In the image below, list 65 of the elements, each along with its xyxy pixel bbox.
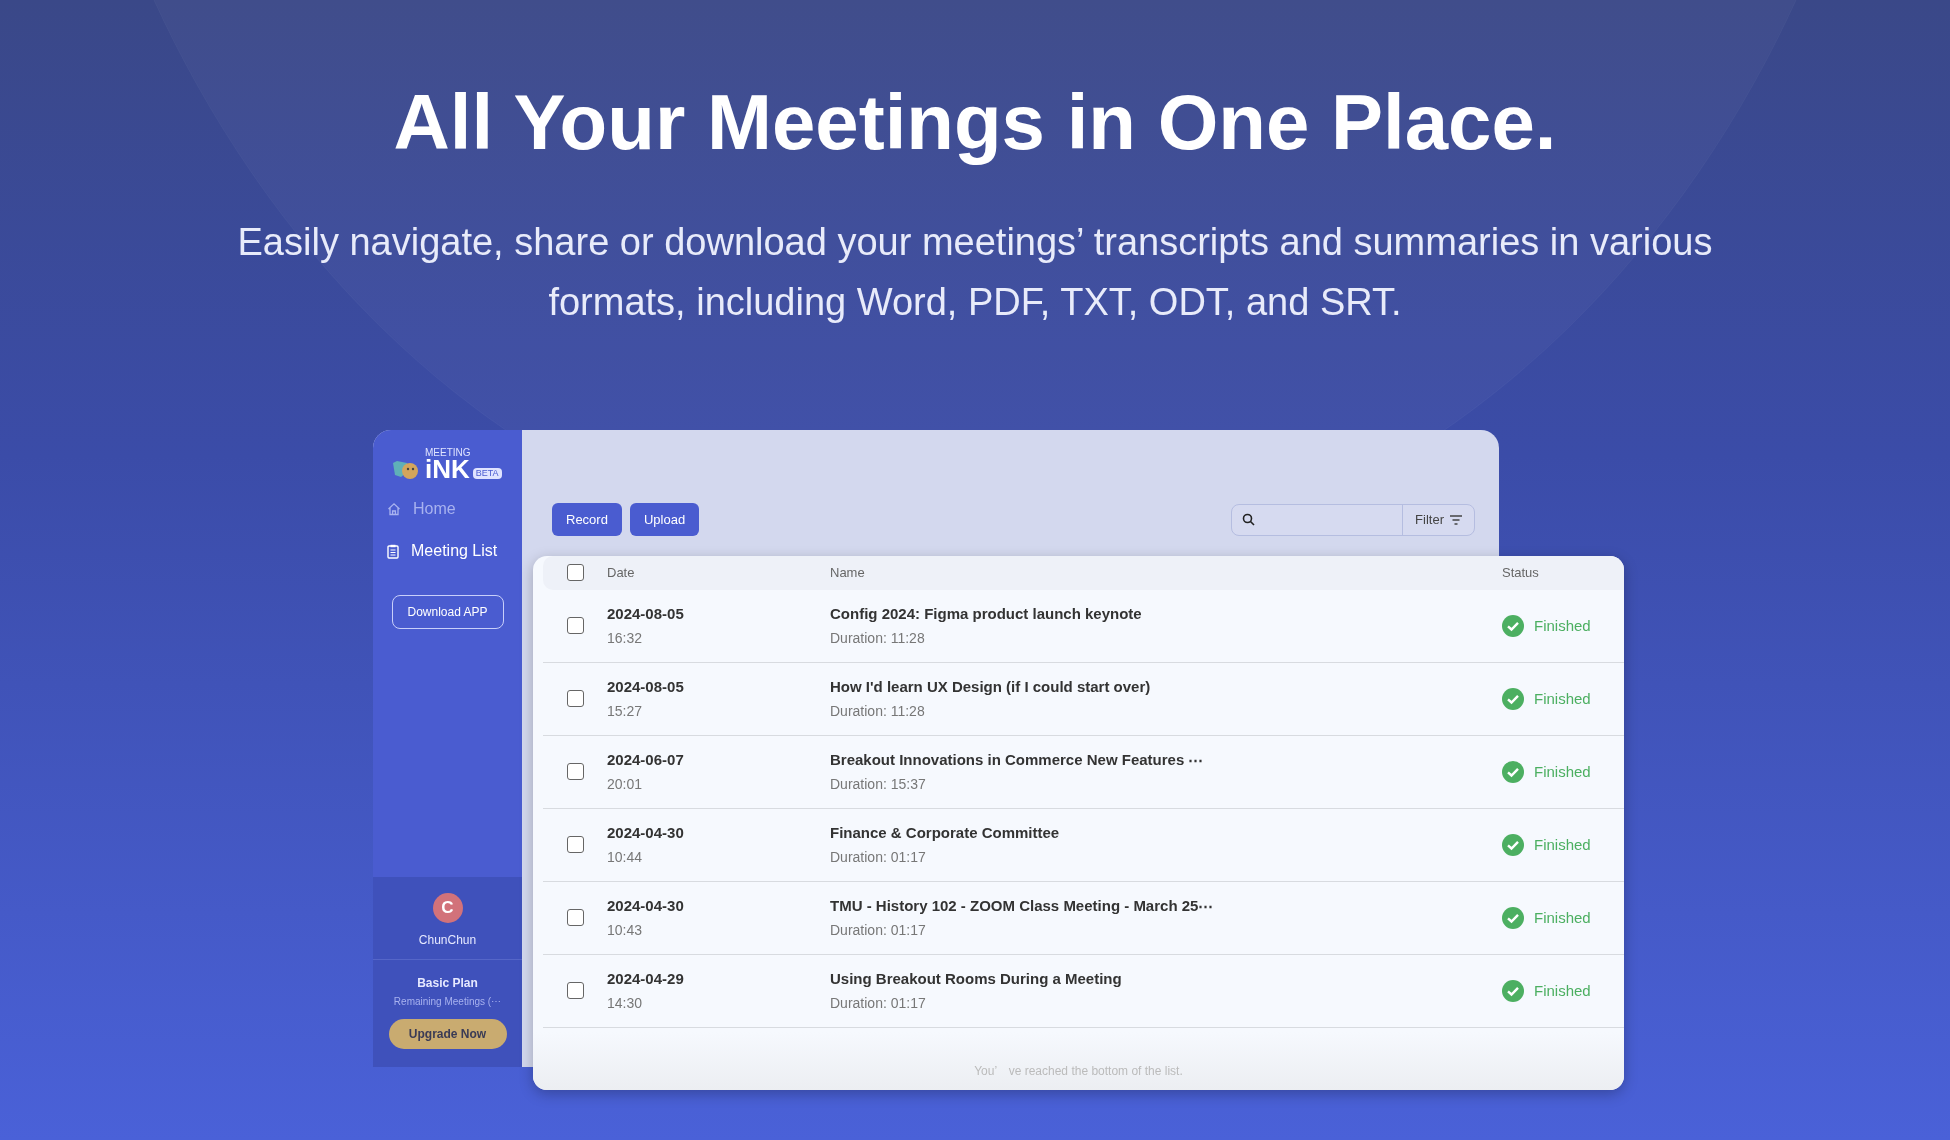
checkbox[interactable] <box>566 836 584 854</box>
status-label: Finished <box>1534 980 1591 1001</box>
logo-wordmark: iNK <box>425 457 470 482</box>
filter-icon <box>1450 514 1462 525</box>
subheadline: Easily navigate, share or download your meetings’ transcripts and summaries in various formats, including Word, PDF, TXT, ODT, and SRT. <box>236 219 1714 325</box>
meeting-name[interactable]: Config 2024: Figma product launch keynote <box>830 602 1502 626</box>
column-header: Date <box>607 565 635 581</box>
checkbox[interactable] <box>566 982 584 1000</box>
meeting-duration: Duration: 11:28 <box>830 629 926 649</box>
logo-caption: MEETING <box>425 447 472 458</box>
headline: All Your Meetings in One Place. <box>392 80 1558 166</box>
beta-badge: BETA <box>472 468 502 480</box>
checkbox[interactable] <box>566 763 584 781</box>
meeting-date: 2024-04-30 <box>607 895 685 916</box>
meeting-duration: Duration: 15:37 <box>830 775 927 795</box>
checkbox[interactable] <box>566 617 584 635</box>
meeting-time: 10:44 <box>607 848 644 868</box>
meeting-name[interactable]: TMU - History 102 - ZOOM Class Meeting - March 25⋯ <box>830 894 1502 918</box>
toolbar-button[interactable]: Upload <box>629 502 700 537</box>
meeting-time: 10:43 <box>607 921 644 941</box>
meeting-time: 14:30 <box>607 994 644 1014</box>
meeting-date: 2024-08-05 <box>607 676 685 697</box>
status-label: Finished <box>1534 907 1591 928</box>
check-circle-icon <box>1502 687 1524 710</box>
meeting-duration: Duration: 01:17 <box>830 848 927 868</box>
meeting-time: 20:01 <box>607 775 644 795</box>
plan-name: Basic Plan <box>417 974 478 992</box>
column-header: Name <box>830 565 865 581</box>
meeting-name[interactable]: Using Breakout Rooms During a Meeting <box>830 967 1502 991</box>
check-circle-icon <box>1502 833 1524 856</box>
upgrade-button[interactable]: Upgrade Now <box>388 1018 507 1049</box>
status-label: Finished <box>1534 834 1591 855</box>
meeting-duration: Duration: 01:17 <box>830 921 927 941</box>
toolbar-button[interactable]: Record <box>552 502 622 537</box>
meeting-name[interactable]: How I'd learn UX Design (if I could start over) <box>830 675 1502 699</box>
home-icon <box>387 502 401 517</box>
check-circle-icon <box>1502 979 1524 1002</box>
end-of-list-note: You’ ve reached the bottom of the list. <box>974 1063 1183 1078</box>
search-icon <box>1242 513 1256 527</box>
check-circle-icon <box>1502 760 1524 783</box>
checkbox[interactable] <box>566 909 584 927</box>
user-name: ChunChun <box>418 931 477 949</box>
check-circle-icon <box>1502 614 1524 637</box>
meeting-time: 15:27 <box>607 702 644 722</box>
clipboard-icon <box>387 543 399 559</box>
checkbox[interactable] <box>566 690 584 708</box>
meeting-name[interactable]: Finance & Corporate Committee <box>830 821 1502 845</box>
status-label: Finished <box>1534 688 1591 709</box>
meeting-date: 2024-04-30 <box>607 822 685 843</box>
meeting-date: 2024-08-05 <box>607 603 685 624</box>
status-label: Finished <box>1534 761 1591 782</box>
download-app-button[interactable]: Download APP <box>391 595 504 630</box>
nav-item[interactable]: Meeting List <box>387 537 508 566</box>
status-label: Finished <box>1534 615 1591 636</box>
meeting-date: 2024-04-29 <box>607 968 685 989</box>
meeting-duration: Duration: 01:17 <box>830 994 927 1014</box>
mascot-logo-icon <box>391 459 421 482</box>
meeting-duration: Duration: 11:28 <box>830 702 926 722</box>
column-header: Status <box>1502 565 1539 581</box>
checkbox[interactable] <box>566 564 584 582</box>
meeting-name[interactable]: Breakout Innovations in Commerce New Features ⋯ <box>830 748 1502 772</box>
check-circle-icon <box>1502 906 1524 929</box>
meeting-time: 16:32 <box>607 629 644 649</box>
meeting-date: 2024-06-07 <box>607 749 685 770</box>
remaining-meetings: Remaining Meetings (⋯ <box>393 994 502 1009</box>
